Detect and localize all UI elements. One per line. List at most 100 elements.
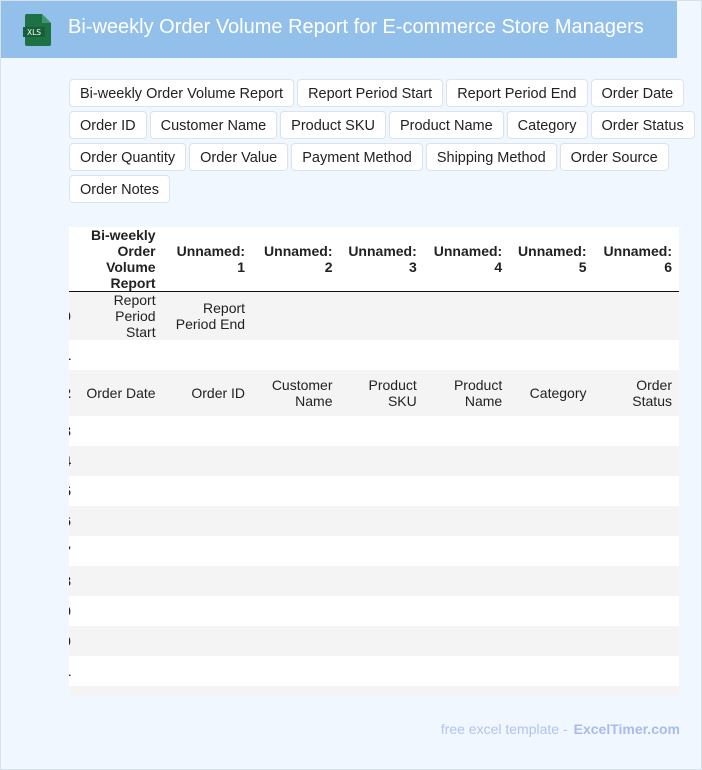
table-cell[interactable] [424,476,509,506]
column-header[interactable]: Unnamed: 2 [252,227,340,292]
table-cell[interactable]: Order ID [163,370,252,416]
column-header[interactable]: Unnamed: 1 [162,227,253,292]
table-cell[interactable] [340,340,424,370]
table-cell[interactable] [75,506,163,536]
field-tag[interactable]: Bi-weekly Order Volume Report [69,79,295,107]
table-cell[interactable] [163,626,252,656]
table-cell[interactable]: Report Period End [163,292,252,341]
table-cell[interactable] [75,340,163,370]
table-cell[interactable] [163,566,252,596]
table-cell[interactable] [593,656,679,686]
table-cell[interactable] [75,416,163,446]
field-tag[interactable]: Shipping Method [425,143,557,171]
table-cell[interactable] [252,686,339,696]
table-cell[interactable] [593,416,679,446]
table-cell[interactable] [593,506,679,536]
field-tag[interactable]: Order ID [69,111,147,139]
table-cell[interactable] [593,596,679,626]
field-tag[interactable]: Payment Method [291,143,423,171]
table-cell[interactable] [252,596,339,626]
table-cell[interactable] [340,566,424,596]
table-cell[interactable] [593,340,679,370]
table-cell[interactable] [509,476,593,506]
table-cell[interactable]: Order Status [593,370,679,416]
field-tag[interactable]: Order Value [189,143,289,171]
table-cell[interactable]: Customer Name [252,370,339,416]
table-cell[interactable] [252,506,339,536]
field-tag[interactable]: Product Name [388,111,504,139]
table-cell[interactable] [163,506,252,536]
table-cell[interactable] [340,506,424,536]
table-cell[interactable] [340,656,424,686]
table-cell[interactable] [593,292,679,341]
table-cell[interactable]: Product Name [424,370,509,416]
field-tag[interactable]: Report Period End [446,79,588,107]
table-cell[interactable] [75,626,163,656]
table-cell[interactable] [340,626,424,656]
field-tag[interactable]: Product SKU [280,111,386,139]
table-cell[interactable] [593,446,679,476]
column-header[interactable]: Bi-weekly Order Volume Report [74,227,163,292]
table-cell[interactable] [424,292,509,341]
column-header[interactable]: Unnamed: 4 [423,227,510,292]
table-cell[interactable] [252,656,339,686]
field-tag[interactable]: Order Notes [69,175,170,203]
field-tag[interactable]: Customer Name [149,111,278,139]
table-cell[interactable]: Report Period Start [75,292,163,341]
column-header[interactable]: Unnamed: 5 [509,227,594,292]
table-cell[interactable] [593,626,679,656]
table-cell[interactable] [75,566,163,596]
table-cell[interactable] [252,340,339,370]
table-cell[interactable] [509,292,593,341]
table-cell[interactable] [593,686,679,696]
table-cell[interactable] [509,506,593,536]
table-cell[interactable] [340,476,424,506]
table-cell[interactable] [509,566,593,596]
table-cell[interactable] [252,292,339,341]
table-cell[interactable] [252,416,339,446]
table-cell[interactable] [424,536,509,566]
table-cell[interactable] [163,686,252,696]
table-cell[interactable] [424,686,509,696]
table-cell[interactable] [252,536,339,566]
table-cell[interactable] [509,446,593,476]
field-tag[interactable]: Order Source [559,143,669,171]
column-header[interactable]: Unnamed: 3 [339,227,424,292]
table-cell[interactable] [424,340,509,370]
table-cell[interactable] [593,536,679,566]
table-cell[interactable]: Order Date [75,370,163,416]
table-cell[interactable] [340,596,424,626]
field-tag[interactable]: Order Quantity [69,143,187,171]
table-cell[interactable] [593,566,679,596]
table-cell[interactable] [252,446,339,476]
table-cell[interactable] [75,656,163,686]
data-table-container[interactable]: Bi-weekly Order Volume Report Unnamed: 1U… [69,227,679,696]
table-cell[interactable] [340,536,424,566]
table-cell[interactable] [509,536,593,566]
field-tag[interactable]: Order Date [590,79,685,107]
table-cell[interactable] [424,656,509,686]
table-cell[interactable] [75,686,163,696]
table-cell[interactable] [424,446,509,476]
table-cell[interactable] [340,686,424,696]
table-cell[interactable] [163,536,252,566]
table-cell[interactable] [424,416,509,446]
table-cell[interactable] [75,476,163,506]
table-cell[interactable] [424,626,509,656]
table-cell[interactable] [75,536,163,566]
table-cell[interactable] [509,340,593,370]
table-cell[interactable] [509,596,593,626]
field-tag[interactable]: Category [506,111,588,139]
field-tag[interactable]: Report Period Start [297,79,444,107]
table-cell[interactable] [340,416,424,446]
table-cell[interactable] [509,686,593,696]
field-tag[interactable]: Order Status [590,111,695,139]
table-cell[interactable] [509,656,593,686]
table-cell[interactable] [252,626,339,656]
table-cell[interactable] [340,292,424,341]
table-cell[interactable] [509,416,593,446]
table-cell[interactable] [163,446,252,476]
footer-brand-link[interactable]: ExcelTimer.com [574,721,680,737]
table-cell[interactable] [163,476,252,506]
table-cell[interactable] [163,596,252,626]
